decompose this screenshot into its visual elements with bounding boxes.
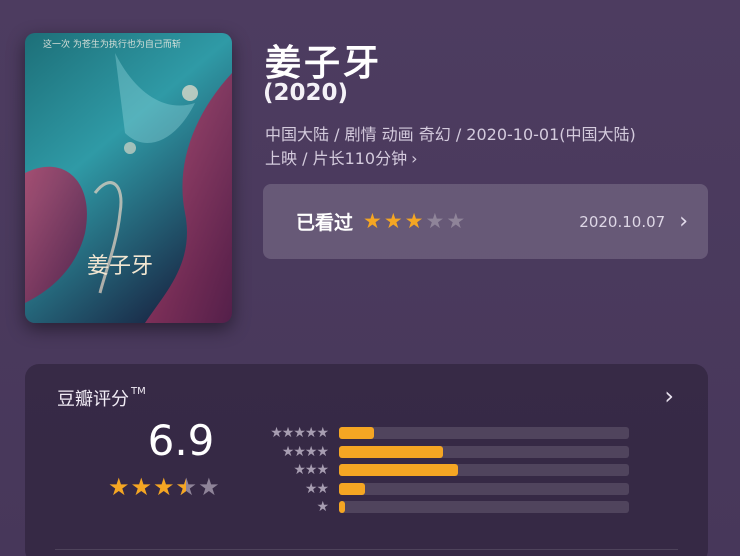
- movie-detail-page: 姜子牙 这一次 为苍生为执行也为自己而斩 姜子牙 (2020) 中国大陆 / 剧…: [0, 0, 740, 556]
- watched-card[interactable]: 已看过 ★ ★ ★ ★ ★ 2020.10.07 ›: [263, 184, 708, 259]
- distribution-row: ★★★★★: [253, 424, 629, 443]
- distribution-star-label: ★★★: [293, 462, 329, 479]
- rating-title-text: 豆瓣评分: [57, 389, 129, 410]
- star-icon: ★: [198, 473, 220, 501]
- star-icon: ★: [383, 209, 403, 233]
- movie-poster[interactable]: 姜子牙 这一次 为苍生为执行也为自己而斩: [25, 33, 232, 323]
- rating-title: 豆瓣评分 TM: [57, 385, 146, 411]
- distribution-row: ★★★★: [253, 443, 629, 462]
- rating-distribution: ★★★★★ ★★★★ ★★★ ★★ ★: [253, 424, 629, 517]
- divider: [55, 549, 678, 550]
- poster-image: 姜子牙: [25, 33, 232, 323]
- distribution-bar-fill: [339, 464, 458, 477]
- watched-date: 2020.10.07: [579, 212, 666, 231]
- distribution-star-label: ★★★★★: [270, 425, 329, 442]
- poster-tagline: 这一次 为苍生为执行也为自己而斩: [43, 40, 181, 50]
- star-icon: ★: [153, 473, 175, 501]
- distribution-star-label: ★★: [304, 480, 329, 497]
- distribution-bar-track: [339, 445, 629, 458]
- rating-score: 6.9: [147, 416, 215, 465]
- watched-label: 已看过: [296, 212, 354, 234]
- average-rating-stars: ★ ★ ★ ★ ★: [108, 475, 221, 499]
- movie-meta[interactable]: 中国大陆 / 剧情 动画 奇幻 / 2020-10-01(中国大陆) 上映 / …: [265, 123, 715, 171]
- star-icon: ★: [404, 209, 424, 233]
- distribution-row: ★★: [253, 480, 629, 499]
- star-icon: ★: [176, 475, 198, 499]
- chevron-right-icon: ›: [679, 209, 688, 234]
- distribution-bar-track: [339, 482, 629, 495]
- distribution-bar-fill: [339, 445, 444, 458]
- chevron-right-icon[interactable]: ›: [664, 382, 674, 410]
- star-icon: ★: [130, 473, 153, 501]
- distribution-bar-track: [339, 464, 629, 477]
- star-icon: ★: [446, 209, 466, 233]
- distribution-bar-fill: [339, 501, 345, 514]
- movie-year: (2020): [263, 80, 349, 106]
- meta-line-1: 中国大陆 / 剧情 动画 奇幻 / 2020-10-01(中国大陆): [265, 125, 636, 144]
- distribution-bar-track: [339, 427, 629, 440]
- distribution-star-label: ★: [316, 499, 329, 516]
- svg-text:姜子牙: 姜子牙: [87, 254, 153, 279]
- distribution-row: ★★★: [253, 461, 629, 480]
- distribution-bar-track: [339, 501, 629, 514]
- meta-line-2-wrap: 上映 / 片长110分钟 ›: [265, 147, 715, 171]
- trademark-mark: TM: [131, 386, 146, 397]
- star-icon: ★: [363, 209, 382, 233]
- movie-title: 姜子牙: [265, 43, 383, 84]
- distribution-row: ★: [253, 498, 629, 517]
- distribution-bar-fill: [339, 427, 374, 440]
- distribution-bar-fill: [339, 482, 366, 495]
- distribution-star-label: ★★★★: [281, 443, 329, 460]
- user-rating-stars: ★ ★ ★ ★ ★: [363, 211, 467, 232]
- star-icon: ★: [425, 209, 445, 233]
- douban-rating-card[interactable]: 豆瓣评分 TM › 6.9 ★ ★ ★ ★ ★ ★ ★★★★★ ★★★★ ★★★ ★★: [25, 364, 708, 556]
- meta-line-2: 上映 / 片长110分钟: [265, 149, 408, 168]
- star-icon: ★: [108, 473, 130, 501]
- chevron-right-icon: ›: [411, 149, 418, 168]
